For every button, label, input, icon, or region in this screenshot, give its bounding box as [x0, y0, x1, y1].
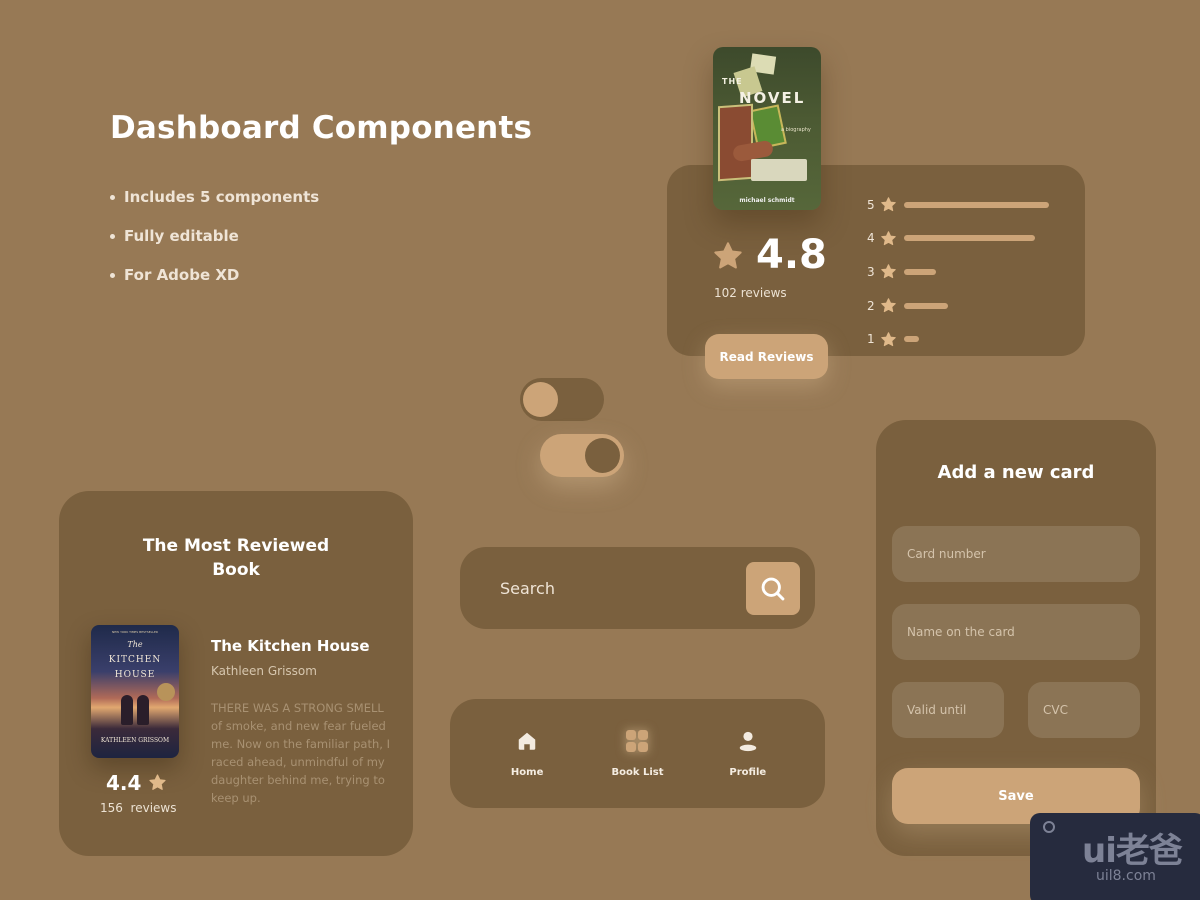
- review-count: 102 reviews: [714, 286, 787, 300]
- nav-item-book-list[interactable]: Book List: [592, 729, 682, 778]
- distribution-row: 2: [867, 289, 1049, 323]
- award-seal: [157, 683, 175, 701]
- card-number-field[interactable]: [892, 526, 1140, 582]
- bottom-nav: Home Book List Profile: [450, 699, 825, 808]
- star-level: 5: [867, 197, 875, 212]
- cover-text: NEW YORK TIMES BESTSELLER: [112, 630, 158, 634]
- bullet-icon: [110, 273, 115, 278]
- feature-list: Includes 5 components Fully editable For…: [110, 188, 319, 305]
- book-cover-kitchen-house[interactable]: NEW YORK TIMES BESTSELLER The KITCHEN HOU…: [91, 625, 179, 758]
- distribution-bar: [904, 235, 1035, 242]
- search-icon: [761, 577, 785, 600]
- nav-label: Profile: [729, 767, 767, 778]
- distribution-bar: [904, 302, 948, 309]
- cover-text: The: [127, 640, 143, 649]
- cvc-field[interactable]: [1028, 682, 1140, 738]
- star-icon: [881, 331, 896, 346]
- feature-item: For Adobe XD: [110, 266, 319, 305]
- distribution-bar: [904, 268, 936, 275]
- page-title: Dashboard Components: [110, 110, 533, 146]
- tag-hole-icon: [1043, 821, 1055, 833]
- most-reviewed-heading: The Most Reviewed Book: [142, 536, 330, 580]
- nav-label: Home: [510, 767, 544, 778]
- book-author: Kathleen Grissom: [211, 664, 317, 678]
- distribution-row: 3: [867, 255, 1049, 289]
- valid-until-field[interactable]: [892, 682, 1004, 738]
- distribution-row: 1: [867, 322, 1049, 356]
- toggle-on[interactable]: [540, 434, 624, 477]
- star-icon: [881, 231, 896, 246]
- nav-item-home[interactable]: Home: [482, 729, 572, 778]
- distribution-bar: [904, 201, 1049, 208]
- watermark-logo: ui老爸: [1082, 831, 1183, 871]
- add-card-title: Add a new card: [937, 462, 1095, 483]
- book-cover-the-novel[interactable]: THE NOVEL a biography michael schmidt: [713, 47, 821, 210]
- star-level: 3: [867, 264, 875, 279]
- user-icon: [739, 731, 757, 752]
- distribution-row: 4: [867, 222, 1049, 256]
- cover-subtitle: a biography: [781, 127, 811, 133]
- nav-item-profile[interactable]: Profile: [703, 729, 793, 778]
- cover-author: KATHLEEN GRISSOM: [100, 737, 170, 744]
- read-reviews-button[interactable]: Read Reviews: [705, 334, 828, 379]
- card-name-field[interactable]: [892, 604, 1140, 660]
- rating-distribution: 5 4 3 2 1: [867, 188, 1049, 356]
- toggle-knob: [523, 382, 558, 417]
- star-icon: [881, 298, 896, 313]
- watermark: ui老爸 uil8.com: [1030, 813, 1200, 900]
- star-level: 2: [867, 298, 875, 313]
- feature-item: Fully editable: [110, 227, 319, 266]
- distribution-bar: [904, 336, 919, 343]
- toggle-knob: [585, 438, 620, 473]
- cover-title: KITCHEN HOUSE: [108, 655, 162, 680]
- search-input[interactable]: [500, 573, 730, 603]
- star-icon: [881, 197, 896, 212]
- search-bar: [460, 547, 815, 629]
- cover-author: michael schmidt: [739, 197, 795, 204]
- average-rating: 4.8: [756, 232, 827, 278]
- book-rating: 4.4: [106, 771, 142, 795]
- star-icon: [714, 242, 742, 269]
- bullet-icon: [110, 195, 115, 200]
- star-icon: [149, 774, 166, 790]
- book-excerpt: THERE WAS A STRONG SMELL of smoke, and n…: [211, 701, 390, 805]
- book-review-count: 156 reviews: [100, 801, 177, 815]
- distribution-row: 5: [867, 188, 1049, 222]
- bullet-icon: [110, 234, 115, 239]
- star-level: 1: [867, 332, 875, 347]
- cover-title: NOVEL: [739, 89, 806, 107]
- star-level: 4: [867, 231, 875, 246]
- feature-item: Includes 5 components: [110, 188, 319, 227]
- search-button[interactable]: [746, 562, 800, 615]
- home-icon: [518, 732, 536, 750]
- toggle-off[interactable]: [520, 378, 604, 421]
- nav-label: Book List: [611, 767, 664, 778]
- watermark-url: uil8.com: [1096, 868, 1156, 884]
- cover-text: THE: [722, 77, 743, 86]
- star-icon: [881, 264, 896, 279]
- grid-icon: [626, 730, 649, 752]
- book-title[interactable]: The Kitchen House: [211, 637, 370, 655]
